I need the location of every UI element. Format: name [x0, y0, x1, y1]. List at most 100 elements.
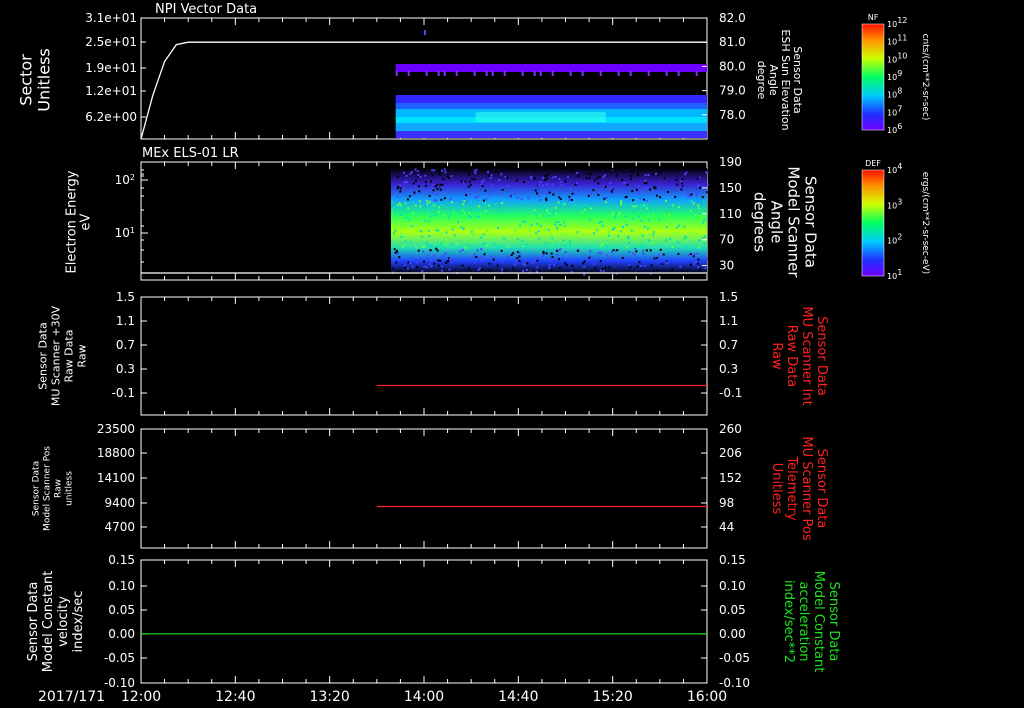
heatmap-cell [531, 261, 534, 264]
y-tick-label-right: 0.00 [719, 627, 746, 641]
heatmap-cell [411, 265, 414, 268]
heatmap-cell [401, 226, 404, 229]
heatmap-cell [533, 71, 536, 76]
heatmap-cell [488, 174, 491, 177]
axis-label-line: Model Constant [811, 571, 826, 673]
heatmap-cell [568, 198, 571, 201]
heatmap-cell [658, 253, 661, 256]
y-tick-label-right: 206 [719, 446, 742, 460]
axis-label-line: Telemetry [784, 455, 799, 520]
heatmap-cell [702, 221, 705, 224]
heatmap-cell [492, 242, 495, 245]
heatmap-cell [692, 263, 695, 266]
heatmap-cell [450, 236, 453, 239]
heatmap-cell [466, 244, 469, 247]
heatmap-cell [451, 243, 454, 246]
heatmap-cell [706, 191, 709, 194]
heatmap-cell [671, 204, 674, 207]
heatmap-cell [523, 264, 526, 267]
heatmap-row [395, 95, 707, 103]
heatmap-cell [697, 246, 700, 249]
y-tick-label-right: 81.0 [719, 35, 746, 49]
heatmap-cell [644, 187, 647, 190]
heatmap-cell [642, 249, 645, 252]
heatmap-cell [397, 185, 400, 188]
heatmap-cell [391, 219, 394, 222]
heatmap-cell [601, 224, 604, 227]
axis-label-line: Model Scanner Pos [43, 446, 53, 531]
heatmap-cell [697, 266, 700, 269]
y-tick-label-right: 152 [719, 471, 742, 485]
heatmap-cell [694, 232, 697, 235]
heatmap-cell [541, 184, 544, 187]
heatmap-cell [399, 187, 402, 190]
heatmap-cell [545, 252, 548, 255]
heatmap-cell [394, 251, 397, 254]
heatmap-cell [441, 169, 444, 172]
heatmap-cell [559, 223, 562, 226]
y-tick-label-left: 18800 [97, 446, 135, 460]
heatmap-cell [625, 223, 628, 226]
heatmap-cell [452, 211, 455, 214]
heatmap-cell [522, 181, 525, 184]
heatmap-cell [430, 209, 433, 212]
heatmap-cell [697, 204, 700, 207]
heatmap-cell [589, 218, 592, 221]
heatmap-cell [548, 267, 551, 270]
heatmap-cell [471, 178, 474, 181]
heatmap-cell [549, 233, 552, 236]
y-tick-label-left: -0.1 [112, 386, 135, 400]
heatmap-cell [410, 224, 413, 227]
heatmap-cell [551, 237, 554, 240]
heatmap-cell [550, 259, 553, 262]
heatmap-cell [486, 230, 489, 233]
heatmap-cell [676, 183, 679, 186]
heatmap-cell [484, 202, 487, 205]
heatmap-cell [547, 173, 550, 176]
heatmap-cell [554, 206, 557, 209]
axis-label-line: Sensor Data [826, 582, 841, 662]
heatmap-cell [640, 225, 643, 228]
heatmap-cell [631, 190, 634, 193]
heatmap-cell [542, 191, 545, 194]
heatmap-cell [620, 199, 623, 202]
heatmap-cell [647, 71, 650, 76]
heatmap-cell [634, 235, 637, 238]
heatmap-cell [632, 170, 635, 173]
y-tick-label-left: 9400 [104, 496, 135, 510]
heatmap-cell [627, 218, 630, 221]
y-tick-label-right: 0.3 [719, 362, 738, 376]
heatmap-cell [439, 238, 442, 241]
heatmap-cell [440, 269, 443, 272]
heatmap-cell [634, 248, 637, 251]
heatmap-cell [537, 194, 540, 197]
heatmap-cell [552, 169, 555, 172]
heatmap-cell [585, 177, 588, 180]
spectrogram-plot: NPI Vector Data 3.1e+01 2.5e+01 1.9e+01 1.2e… [17, 2, 930, 705]
heatmap-cell [463, 199, 466, 202]
y-tick-label-right: 1.5 [719, 290, 738, 304]
heatmap-cell [395, 71, 398, 76]
heatmap-cell [465, 194, 468, 197]
axis-label-line: ergs/(cm**2-sr-sec-eV) [920, 172, 930, 274]
y-tick-label-left: 102 [115, 173, 135, 188]
heatmap-cell [411, 258, 414, 261]
heatmap-cell [435, 247, 438, 250]
heatmap-cell [598, 221, 601, 224]
heatmap-cell [433, 199, 436, 202]
heatmap-cell [406, 198, 409, 201]
y-tick-label-right: 190 [719, 155, 742, 169]
heatmap-cell [697, 258, 700, 261]
heatmap-cell [703, 242, 706, 245]
heatmap-cell [393, 248, 396, 251]
colorbar-tick-label: 101 [887, 268, 902, 282]
heatmap-cell [574, 204, 577, 207]
heatmap-cell [548, 264, 551, 267]
heatmap-cell [675, 226, 678, 229]
heatmap-cell [662, 253, 665, 256]
heatmap-cell [704, 267, 707, 270]
y-axis-label-left: Sensor Data Model Constant velocity index/s… [26, 571, 86, 673]
heatmap-cell [576, 249, 579, 252]
colorbar-tick-label: 103 [887, 197, 902, 211]
heatmap-cell [605, 244, 608, 247]
